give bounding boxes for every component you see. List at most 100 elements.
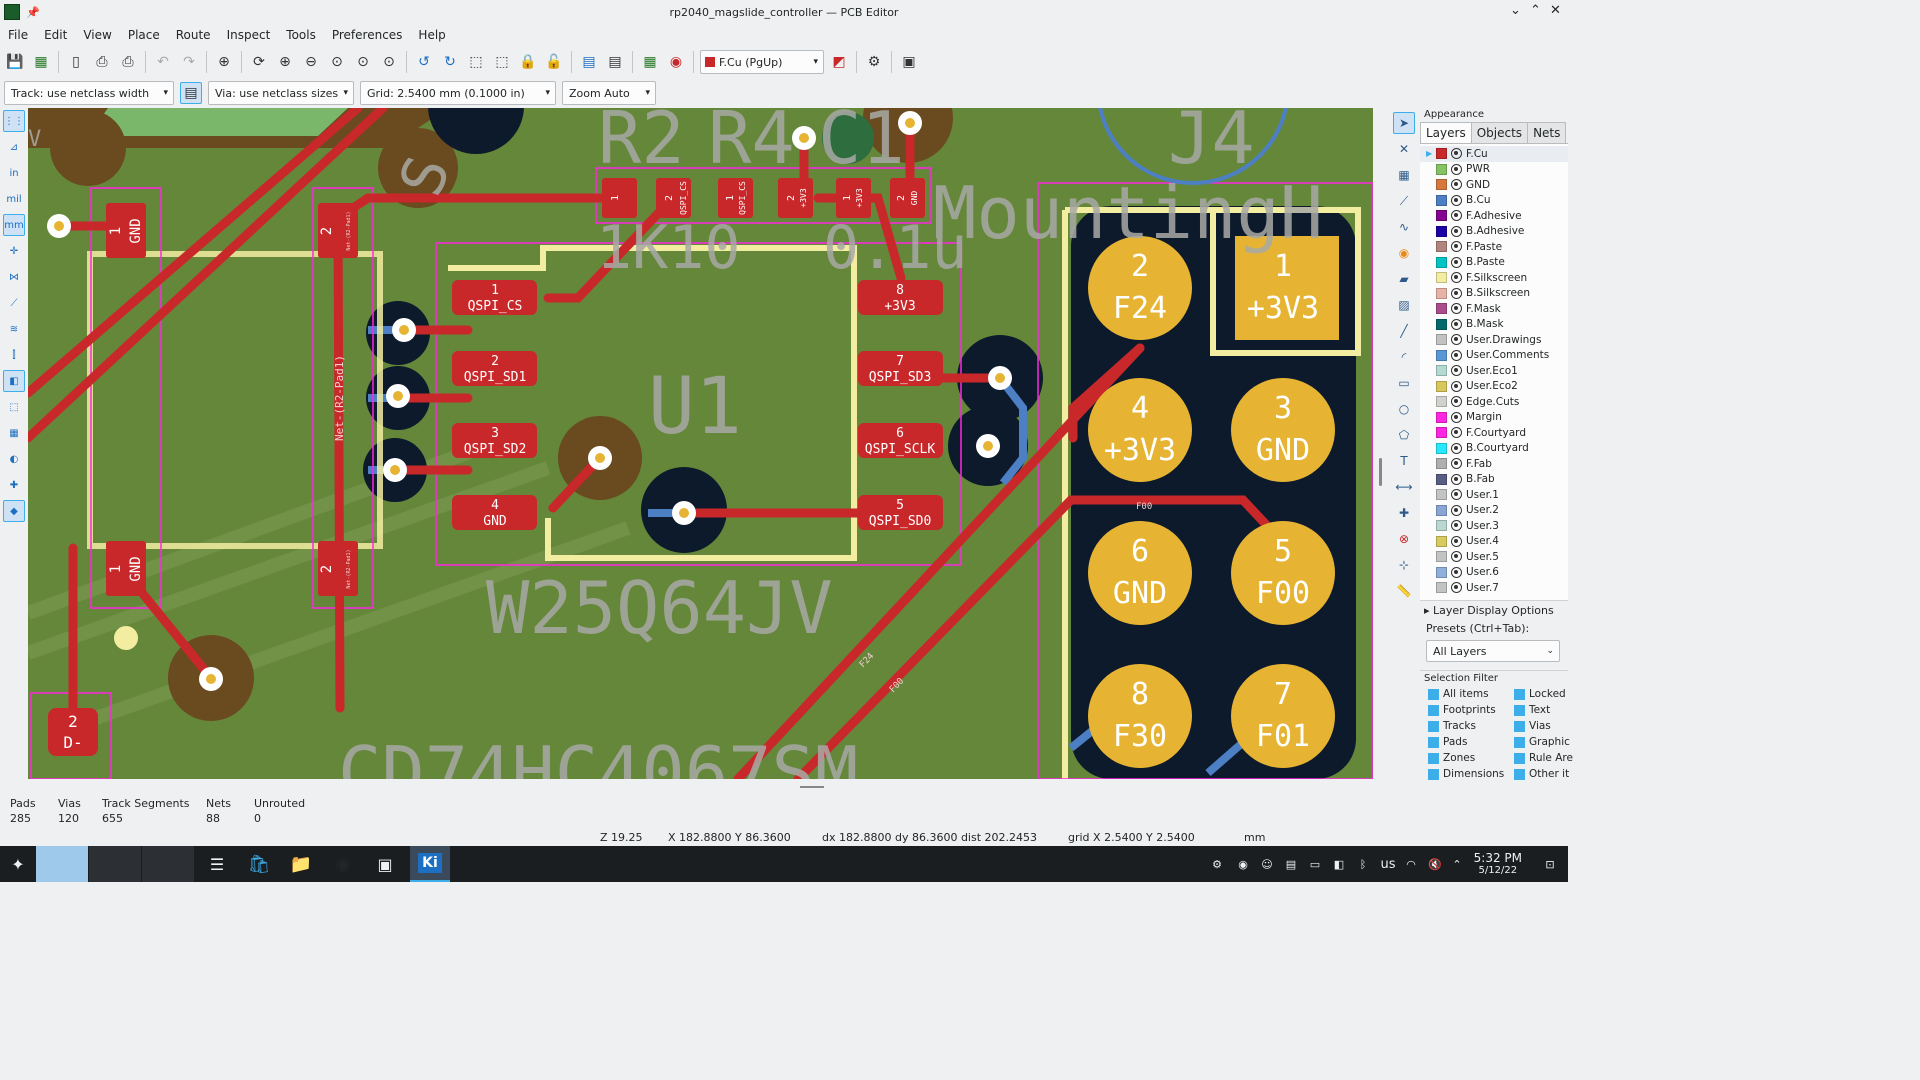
visibility-eye-icon[interactable] xyxy=(1451,365,1462,377)
kicad-taskbar-icon[interactable]: Ki xyxy=(410,846,450,882)
checkbox[interactable] xyxy=(1428,720,1439,732)
layer-row[interactable]: B.Silkscreen xyxy=(1420,286,1568,302)
layer-row[interactable]: User.6 xyxy=(1420,565,1568,581)
vertical-scrollbar[interactable] xyxy=(1373,108,1388,779)
virtual-desktop-1[interactable] xyxy=(36,846,88,882)
layer-color-swatch[interactable] xyxy=(1436,551,1447,563)
mute-icon[interactable]: 🔇 xyxy=(1426,846,1444,882)
draw-circle-icon[interactable]: ○ xyxy=(1393,398,1415,420)
checkbox[interactable] xyxy=(1514,736,1525,748)
zoom-fit-icon[interactable]: ⊙ xyxy=(326,51,348,73)
layer-color-swatch[interactable] xyxy=(1436,349,1447,361)
layer-row[interactable]: B.Paste xyxy=(1420,255,1568,271)
selection-filter-item[interactable]: Text xyxy=(1514,704,1574,716)
fill-zone-icon[interactable]: ⫿ xyxy=(3,344,25,366)
menu-help[interactable]: Help xyxy=(410,26,453,46)
steam-icon[interactable]: ◉ xyxy=(1234,846,1252,882)
menu-preferences[interactable]: Preferences xyxy=(324,26,411,46)
visibility-eye-icon[interactable] xyxy=(1451,163,1462,175)
layer-row[interactable]: B.Fab xyxy=(1420,472,1568,488)
visibility-eye-icon[interactable] xyxy=(1451,551,1462,563)
layer-row[interactable]: F.Courtyard xyxy=(1420,425,1568,441)
layer-row[interactable]: F.Mask xyxy=(1420,301,1568,317)
layer-color-swatch[interactable] xyxy=(1436,148,1447,160)
layer-row[interactable]: F.Paste xyxy=(1420,239,1568,255)
layer-row[interactable]: B.Cu xyxy=(1420,193,1568,209)
selection-filter-item[interactable]: All items xyxy=(1428,688,1514,700)
select-icon[interactable]: ➤ xyxy=(1393,112,1415,134)
layer-display-options[interactable]: ▸ Layer Display Options xyxy=(1420,600,1568,620)
netlist-icon[interactable]: ▤ xyxy=(578,51,600,73)
high-contrast-icon[interactable]: ◐ xyxy=(3,448,25,470)
selection-filter-item[interactable]: Pads xyxy=(1428,736,1514,748)
layer-color-swatch[interactable] xyxy=(1436,225,1447,237)
scripting-icon[interactable]: ⚙ xyxy=(863,51,885,73)
layers-manager-icon[interactable]: ◆ xyxy=(3,500,25,522)
chrome-icon[interactable]: ◉ xyxy=(326,846,360,882)
pcb-canvas[interactable]: R2 R4 C1 J4 MountingH U1 1K10 0.1u W25Q6… xyxy=(28,108,1373,779)
layer-color-swatch[interactable] xyxy=(1436,411,1447,423)
selection-filter-item[interactable]: Vias xyxy=(1514,720,1574,732)
layer-color-swatch[interactable] xyxy=(1436,287,1447,299)
menu-tools[interactable]: Tools xyxy=(278,26,324,46)
presets-select[interactable]: All Layers ⌄ xyxy=(1426,640,1560,662)
grid-select[interactable]: Grid: 2.5400 mm (0.1000 in) ▾ xyxy=(360,81,556,105)
page-settings-icon[interactable]: ▯ xyxy=(65,51,87,73)
layer-color-swatch[interactable] xyxy=(1436,365,1447,377)
visibility-eye-icon[interactable] xyxy=(1451,210,1462,222)
file-manager-icon[interactable]: 📁 xyxy=(284,846,318,882)
show-desktop-icon[interactable]: ⊡ xyxy=(1540,846,1560,882)
visibility-eye-icon[interactable] xyxy=(1451,179,1462,191)
horizontal-scrollbar[interactable] xyxy=(28,779,1373,794)
footprint-library-icon[interactable]: ▤ xyxy=(604,51,626,73)
selection-filter-item[interactable]: Rule Are xyxy=(1514,752,1574,764)
layer-row[interactable]: User.Eco1 xyxy=(1420,363,1568,379)
vias-display-icon[interactable]: ⬚ xyxy=(3,396,25,418)
menu-file[interactable]: File xyxy=(0,26,36,46)
grid-toggle-icon[interactable]: ⋮⋮ xyxy=(3,110,25,132)
terminal-icon[interactable]: ▣ xyxy=(368,846,402,882)
layer-row[interactable]: User.3 xyxy=(1420,518,1568,534)
layer-color-swatch[interactable] xyxy=(1436,396,1447,408)
menu-place[interactable]: Place xyxy=(120,26,168,46)
keyboard-layout[interactable]: us xyxy=(1378,846,1398,882)
zoom-objects-icon[interactable]: ⊙ xyxy=(352,51,374,73)
layer-color-swatch[interactable] xyxy=(1436,442,1447,454)
app-launcher-icon[interactable]: ✦ xyxy=(4,846,32,882)
store-app-icon[interactable]: 🛍 xyxy=(242,846,276,882)
layer-color-swatch[interactable] xyxy=(1436,163,1447,175)
undo-icon[interactable]: ↶ xyxy=(152,51,174,73)
visibility-eye-icon[interactable] xyxy=(1451,411,1462,423)
net-highlight-icon[interactable]: ✚ xyxy=(3,474,25,496)
layer-row[interactable]: User.4 xyxy=(1420,534,1568,550)
visibility-eye-icon[interactable] xyxy=(1451,458,1462,470)
sound-icon[interactable]: ◧ xyxy=(1330,846,1348,882)
visibility-eye-icon[interactable] xyxy=(1451,256,1462,268)
tab-layers[interactable]: Layers xyxy=(1420,122,1472,143)
virtual-desktop-3[interactable] xyxy=(142,846,194,882)
layer-color-swatch[interactable] xyxy=(1436,334,1447,346)
menu-inspect[interactable]: Inspect xyxy=(219,26,279,46)
units-mm-button[interactable]: mm xyxy=(3,214,25,236)
visibility-eye-icon[interactable] xyxy=(1451,272,1462,284)
visibility-eye-icon[interactable] xyxy=(1451,504,1462,516)
cursor-shape-icon[interactable]: ✛ xyxy=(3,240,25,262)
selection-filter-item[interactable]: Locked xyxy=(1514,688,1574,700)
layer-color-swatch[interactable] xyxy=(1436,427,1447,439)
checkbox[interactable] xyxy=(1428,768,1439,780)
checkbox[interactable] xyxy=(1428,688,1439,700)
plot-icon[interactable]: ⎙ xyxy=(117,51,139,73)
layer-row[interactable]: GND xyxy=(1420,177,1568,193)
scroll-thumb[interactable] xyxy=(800,786,824,788)
menu-route[interactable]: Route xyxy=(168,26,219,46)
visibility-eye-icon[interactable] xyxy=(1451,148,1462,160)
layer-color-swatch[interactable] xyxy=(1436,489,1447,501)
pads-display-icon[interactable]: ◧ xyxy=(3,370,25,392)
draw-arc-icon[interactable]: ◜ xyxy=(1393,346,1415,368)
layer-row[interactable]: User.Drawings xyxy=(1420,332,1568,348)
checkbox[interactable] xyxy=(1514,688,1525,700)
layer-row[interactable]: Margin xyxy=(1420,410,1568,426)
checkbox[interactable] xyxy=(1514,704,1525,716)
zoom-in-icon[interactable]: ⊕ xyxy=(274,51,296,73)
layer-color-swatch[interactable] xyxy=(1436,504,1447,516)
